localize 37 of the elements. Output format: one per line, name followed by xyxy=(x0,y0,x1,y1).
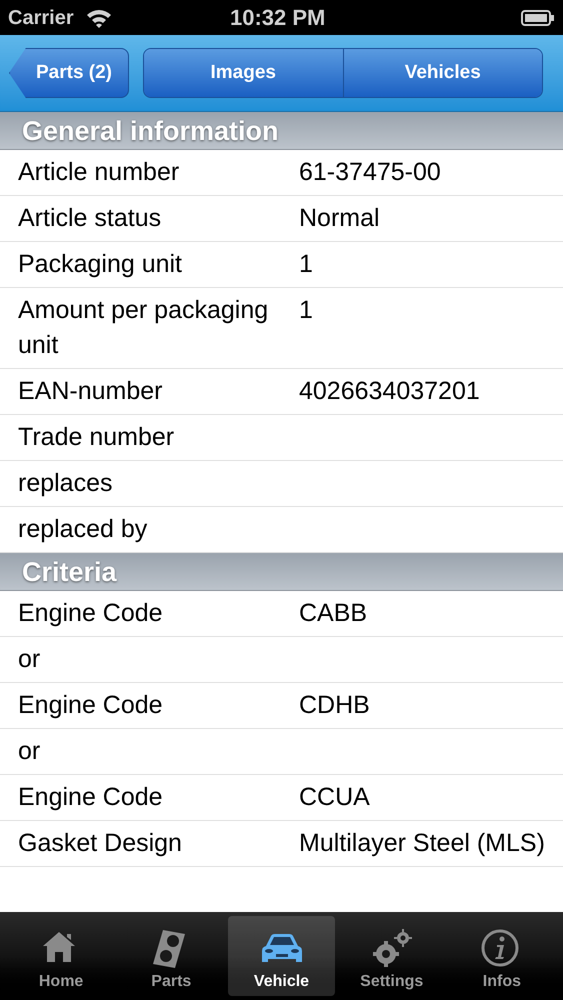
field-label: EAN-number xyxy=(17,376,164,407)
field-label: or xyxy=(17,644,42,675)
field-label: replaces xyxy=(17,468,114,499)
field-value: 4026634037201 xyxy=(299,376,481,407)
tab-bar-item[interactable]: Settings xyxy=(338,916,445,996)
field-label: Article number xyxy=(17,157,180,188)
tab-bar-item[interactable]: Vehicle xyxy=(228,916,335,996)
field-value: Normal xyxy=(299,203,381,234)
tab-bar-item[interactable]: Parts xyxy=(118,916,224,996)
field-label: Article status xyxy=(17,203,162,234)
wifi-icon xyxy=(86,8,112,28)
section-header: Criteria xyxy=(0,553,563,591)
field-value: 61-37475-00 xyxy=(299,157,442,188)
field-label: Trade number xyxy=(17,422,176,453)
field-label: Engine Code xyxy=(17,782,164,813)
battery-icon xyxy=(521,10,555,26)
field-label: Gasket Design xyxy=(17,828,183,859)
section-header: General information xyxy=(0,112,563,150)
carrier-label: Carrier xyxy=(8,6,74,30)
back-button[interactable]: Parts (2) xyxy=(9,48,129,98)
field-label: Engine Code xyxy=(17,690,164,721)
tab-bar-item[interactable]: Infos xyxy=(448,916,556,996)
field-label: Packaging unit xyxy=(17,249,184,280)
field-label: or xyxy=(17,736,42,767)
field-value: CDHB xyxy=(299,690,371,721)
field-value: 1 xyxy=(299,249,314,280)
field-label: Engine Code xyxy=(17,598,164,629)
field-label: replaced by xyxy=(17,514,148,545)
field-value: Multilayer Steel (MLS) xyxy=(299,828,546,859)
tab-bar-item[interactable]: Home xyxy=(8,916,114,996)
segment-button[interactable]: Images xyxy=(144,49,342,97)
clock-label: 10:32 PM xyxy=(230,4,326,32)
field-value: CCUA xyxy=(299,782,371,813)
field-value: 1 xyxy=(299,295,314,326)
field-value: CABB xyxy=(299,598,368,629)
field-label: Amount per packaging unit xyxy=(17,295,270,361)
segment-button[interactable]: Vehicles xyxy=(342,49,542,97)
